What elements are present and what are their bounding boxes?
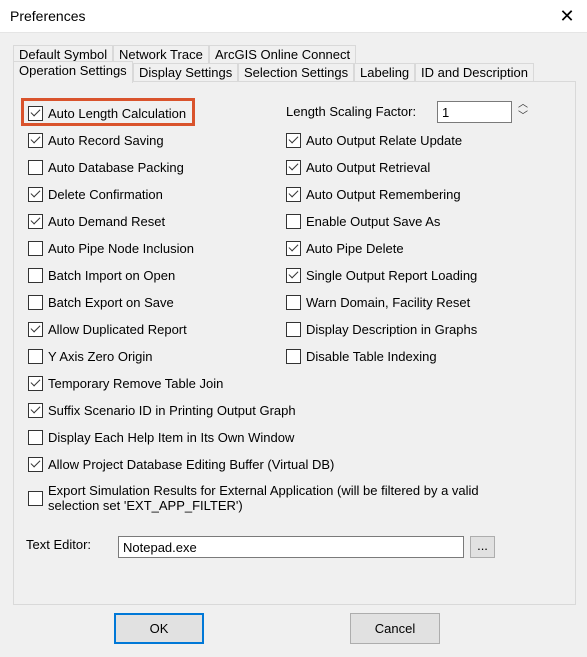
checkbox-label: Export Simulation Results for External A… (48, 483, 479, 513)
checkbox-temporary-remove-table-join[interactable]: Temporary Remove Table Join (28, 374, 223, 392)
checkbox-label: Allow Duplicated Report (48, 321, 187, 337)
checkbox-warn-domain-facility-reset[interactable]: Warn Domain, Facility Reset (286, 293, 470, 311)
tab-selection-settings[interactable]: Selection Settings (238, 63, 355, 82)
checkbox-display-each-help-item-in-its-own-window[interactable]: Display Each Help Item in Its Own Window (28, 428, 294, 446)
checked-icon[interactable] (28, 402, 43, 418)
checkbox-y-axis-zero-origin[interactable]: Y Axis Zero Origin (28, 347, 153, 365)
checked-icon[interactable] (286, 267, 301, 283)
checked-icon[interactable] (286, 132, 301, 148)
tab-labeling[interactable]: Labeling (354, 63, 416, 82)
spinner[interactable]: ︿ ﹀ (518, 99, 528, 123)
checkbox-label: Enable Output Save As (306, 213, 441, 229)
checkbox-allow-duplicated-report[interactable]: Allow Duplicated Report (28, 320, 187, 338)
checkbox-auto-database-packing[interactable]: Auto Database Packing (28, 158, 184, 176)
unchecked-icon[interactable] (28, 490, 43, 506)
checkbox-label: Disable Table Indexing (306, 348, 437, 364)
checkbox-label: Display Each Help Item in Its Own Window (48, 429, 295, 445)
unchecked-icon[interactable] (28, 429, 43, 445)
checked-icon[interactable] (28, 456, 43, 472)
checkbox-auto-output-retrieval[interactable]: Auto Output Retrieval (286, 158, 430, 176)
tab-operation-settings[interactable]: Operation Settings (13, 61, 133, 83)
checkbox-label: Auto Record Saving (48, 132, 164, 148)
cancel-button[interactable]: Cancel (350, 613, 440, 644)
unchecked-icon[interactable] (286, 321, 301, 337)
checked-icon[interactable] (28, 186, 43, 202)
checkbox-export-simulation-results-for-external-a[interactable]: Export Simulation Results for External A… (28, 481, 518, 515)
checkbox-label: Auto Output Remembering (306, 186, 461, 202)
checkbox-single-output-report-loading[interactable]: Single Output Report Loading (286, 266, 477, 284)
checkbox-label: Auto Length Calculation (48, 105, 187, 121)
checkbox-batch-import-on-open[interactable]: Batch Import on Open (28, 266, 175, 284)
checkbox-label: Allow Project Database Editing Buffer (V… (48, 456, 335, 472)
checkbox-delete-confirmation[interactable]: Delete Confirmation (28, 185, 163, 203)
unchecked-icon[interactable] (28, 348, 43, 364)
checkbox-enable-output-save-as[interactable]: Enable Output Save As (286, 212, 440, 230)
unchecked-icon[interactable] (286, 294, 301, 310)
checkbox-display-description-in-graphs[interactable]: Display Description in Graphs (286, 320, 477, 338)
checkbox-label: Auto Pipe Delete (306, 240, 404, 256)
checkbox-label: Auto Database Packing (48, 159, 184, 175)
checkbox-label: Temporary Remove Table Join (48, 375, 224, 391)
checkbox-label: Auto Output Retrieval (306, 159, 431, 175)
checkbox-auto-pipe-node-inclusion[interactable]: Auto Pipe Node Inclusion (28, 239, 194, 257)
checkbox-auto-demand-reset[interactable]: Auto Demand Reset (28, 212, 165, 230)
unchecked-icon[interactable] (28, 267, 43, 283)
checked-icon[interactable] (28, 375, 43, 391)
scaling-label: Length Scaling Factor: (286, 104, 417, 119)
checkbox-label: Auto Output Relate Update (306, 132, 463, 148)
checked-icon[interactable] (286, 159, 301, 175)
checkbox-auto-length-calculation[interactable]: Auto Length Calculation (28, 104, 186, 122)
checkbox-label: Batch Export on Save (48, 294, 174, 310)
checked-icon[interactable] (28, 105, 43, 121)
checked-icon[interactable] (28, 321, 43, 337)
browse-button[interactable]: ... (470, 536, 495, 558)
checkbox-label: Y Axis Zero Origin (48, 348, 153, 364)
checkbox-auto-output-relate-update[interactable]: Auto Output Relate Update (286, 131, 462, 149)
checkbox-auto-output-remembering[interactable]: Auto Output Remembering (286, 185, 461, 203)
checkbox-label: Auto Pipe Node Inclusion (48, 240, 194, 256)
checkbox-auto-pipe-delete[interactable]: Auto Pipe Delete (286, 239, 404, 257)
checkbox-label: Display Description in Graphs (306, 321, 478, 337)
checkbox-batch-export-on-save[interactable]: Batch Export on Save (28, 293, 174, 311)
window-title: Preferences (10, 8, 86, 24)
unchecked-icon[interactable] (286, 213, 301, 229)
checkbox-label: Delete Confirmation (48, 186, 163, 202)
text-editor-input[interactable] (118, 536, 464, 558)
title-bar (0, 0, 587, 33)
checkbox-label: Warn Domain, Facility Reset (306, 294, 471, 310)
unchecked-icon[interactable] (28, 159, 43, 175)
ok-button[interactable]: OK (114, 613, 204, 644)
checkbox-label: Batch Import on Open (48, 267, 176, 283)
checkbox-label: Auto Demand Reset (48, 213, 166, 229)
unchecked-icon[interactable] (286, 348, 301, 364)
tab-arcgis-online-connect[interactable]: ArcGIS Online Connect (209, 45, 357, 64)
checkbox-allow-project-database-editing-buffer-vi[interactable]: Allow Project Database Editing Buffer (V… (28, 455, 334, 473)
checked-icon[interactable] (28, 132, 43, 148)
checked-icon[interactable] (28, 213, 43, 229)
checkbox-suffix-scenario-id-in-printing-output-gr[interactable]: Suffix Scenario ID in Printing Output Gr… (28, 401, 296, 419)
close-icon[interactable]: ✕ (552, 4, 582, 28)
checkbox-label: Suffix Scenario ID in Printing Output Gr… (48, 402, 296, 418)
unchecked-icon[interactable] (28, 240, 43, 256)
text-editor-label: Text Editor: (26, 537, 92, 552)
tab-display-settings[interactable]: Display Settings (133, 63, 239, 82)
checked-icon[interactable] (286, 240, 301, 256)
unchecked-icon[interactable] (28, 294, 43, 310)
scaling-input[interactable] (437, 101, 512, 123)
checked-icon[interactable] (286, 186, 301, 202)
tab-id-and-description[interactable]: ID and Description (415, 63, 534, 82)
checkbox-label: Single Output Report Loading (306, 267, 478, 283)
checkbox-auto-record-saving[interactable]: Auto Record Saving (28, 131, 164, 149)
checkbox-disable-table-indexing[interactable]: Disable Table Indexing (286, 347, 437, 365)
